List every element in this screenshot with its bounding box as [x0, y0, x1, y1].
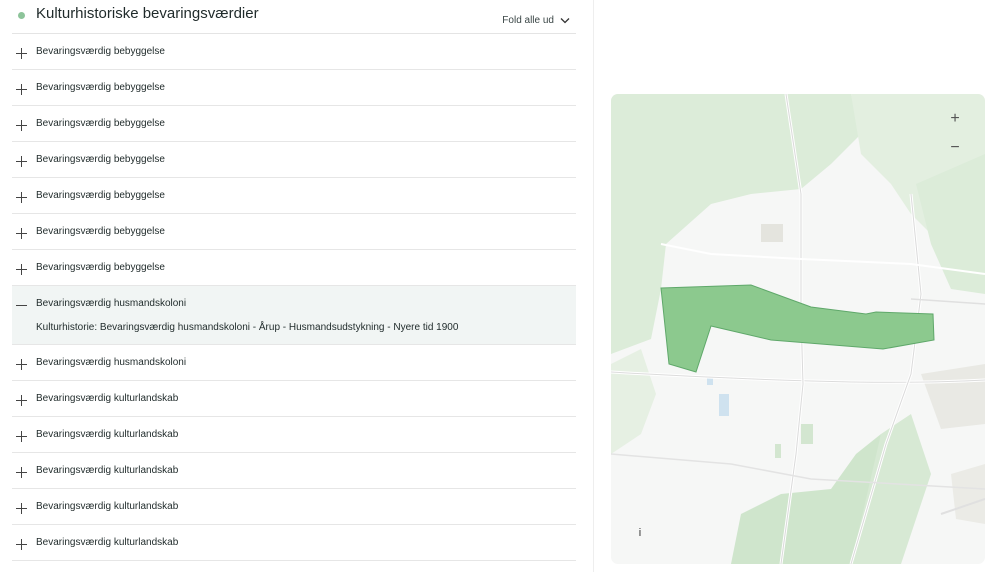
water-area	[775, 444, 781, 458]
accordion-row[interactable]: Bevaringsværdig bebyggelse	[12, 70, 576, 106]
plus-icon	[16, 226, 27, 239]
fold-all-button[interactable]: Fold alle ud	[502, 15, 570, 26]
accordion-row-detail: Kulturhistorie: Bevaringsværdig husmands…	[36, 322, 459, 333]
plus-icon	[16, 82, 27, 95]
accordion-row-label: Bevaringsværdig bebyggelse	[36, 190, 165, 201]
plus-icon	[16, 262, 27, 275]
accordion-row[interactable]: Bevaringsværdig bebyggelse	[12, 214, 576, 250]
plus-icon	[16, 46, 27, 59]
accordion-row[interactable]: Bevaringsværdig bebyggelse	[12, 34, 576, 70]
accordion-row[interactable]: Bevaringsværdig bebyggelse	[12, 250, 576, 286]
accordion-row[interactable]: Bevaringsværdig kulturlandskab	[12, 381, 576, 417]
section-header: Kulturhistoriske bevaringsværdier Fold a…	[12, 0, 576, 34]
plus-icon	[16, 429, 27, 442]
accordion-row-label: Bevaringsværdig bebyggelse	[36, 154, 165, 165]
accordion-row[interactable]: Bevaringsværdig kulturlandskab	[12, 453, 576, 489]
plus-icon	[16, 190, 27, 203]
map-info-button[interactable]: i	[633, 525, 647, 541]
plus-icon	[16, 537, 27, 550]
accordion-row-label: Bevaringsværdig kulturlandskab	[36, 501, 179, 512]
map-view[interactable]: + − i	[611, 94, 985, 564]
accordion-row[interactable]: Bevaringsværdig bebyggelse	[12, 142, 576, 178]
section-title: Kulturhistoriske bevaringsværdier	[36, 5, 259, 22]
water-area	[719, 394, 729, 416]
accordion-row-label: Bevaringsværdig bebyggelse	[36, 262, 165, 273]
accordion-row-label: Bevaringsværdig bebyggelse	[36, 46, 165, 57]
plus-icon	[16, 357, 27, 370]
accordion-list: Bevaringsværdig bebyggelse Bevaringsværdi…	[12, 34, 576, 561]
status-dot	[18, 12, 25, 19]
accordion-row[interactable]: Bevaringsværdig husmandskoloni	[12, 345, 576, 381]
accordion-row-label: Bevaringsværdig bebyggelse	[36, 118, 165, 129]
accordion-row-label: Bevaringsværdig bebyggelse	[36, 226, 165, 237]
plus-icon	[16, 501, 27, 514]
fold-all-label: Fold alle ud	[502, 15, 554, 26]
accordion-row[interactable]: Bevaringsværdig bebyggelse	[12, 106, 576, 142]
panel-divider	[593, 0, 594, 572]
highlighted-area-polygon	[660, 284, 935, 373]
zoom-out-button[interactable]: −	[944, 137, 966, 159]
accordion-row-label: Bevaringsværdig kulturlandskab	[36, 393, 179, 404]
zoom-in-button[interactable]: +	[944, 108, 966, 130]
plus-icon	[16, 465, 27, 478]
road	[910, 298, 985, 305]
forest-area	[611, 349, 656, 454]
accordion-row-label: Bevaringsværdig kulturlandskab	[36, 537, 179, 548]
urban-area	[761, 224, 783, 242]
urban-area	[951, 464, 985, 524]
chevron-down-icon	[560, 17, 570, 24]
accordion-row[interactable]: Bevaringsværdig kulturlandskab	[12, 489, 576, 525]
accordion-row-label: Bevaringsværdig husmandskoloni	[36, 298, 187, 309]
accordion-row[interactable]: Bevaringsværdig bebyggelse	[12, 178, 576, 214]
plus-icon	[16, 118, 27, 131]
accordion-row[interactable]: Bevaringsværdig kulturlandskab	[12, 525, 576, 561]
accordion-row-label: Bevaringsværdig kulturlandskab	[36, 429, 179, 440]
minus-icon	[16, 298, 27, 309]
page: Kulturhistoriske bevaringsværdier Fold a…	[0, 0, 992, 572]
accordion-row-label: Bevaringsværdig kulturlandskab	[36, 465, 179, 476]
accordion-row-label: Bevaringsværdig bebyggelse	[36, 82, 165, 93]
plus-icon	[16, 154, 27, 167]
accordion-row[interactable]: Bevaringsværdig husmandskoloni Kulturhist…	[12, 286, 576, 345]
water-area	[801, 424, 813, 444]
plus-icon	[16, 393, 27, 406]
accordion-row[interactable]: Bevaringsværdig kulturlandskab	[12, 417, 576, 453]
urban-area	[921, 364, 985, 429]
culture-history-panel: Kulturhistoriske bevaringsværdier Fold a…	[12, 0, 576, 572]
accordion-row-label: Bevaringsværdig husmandskoloni	[36, 357, 187, 368]
map-canvas	[611, 94, 985, 564]
